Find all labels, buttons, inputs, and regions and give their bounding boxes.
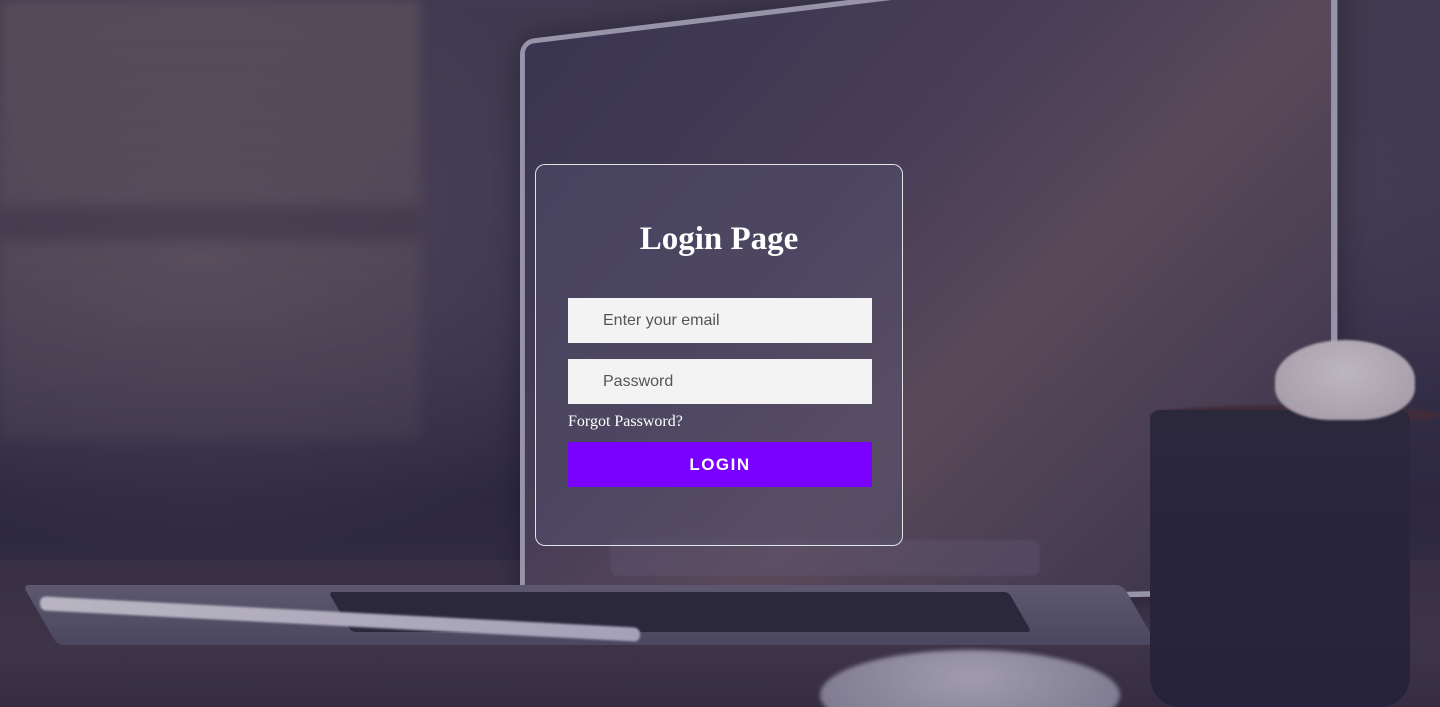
page-title: Login Page bbox=[536, 223, 902, 256]
login-card: Login Page Forgot Password? LOGIN bbox=[535, 164, 903, 546]
login-button[interactable]: LOGIN bbox=[568, 442, 872, 487]
email-field[interactable] bbox=[568, 298, 872, 343]
forgot-password-link[interactable]: Forgot Password? bbox=[568, 413, 683, 431]
password-field[interactable] bbox=[568, 359, 872, 404]
